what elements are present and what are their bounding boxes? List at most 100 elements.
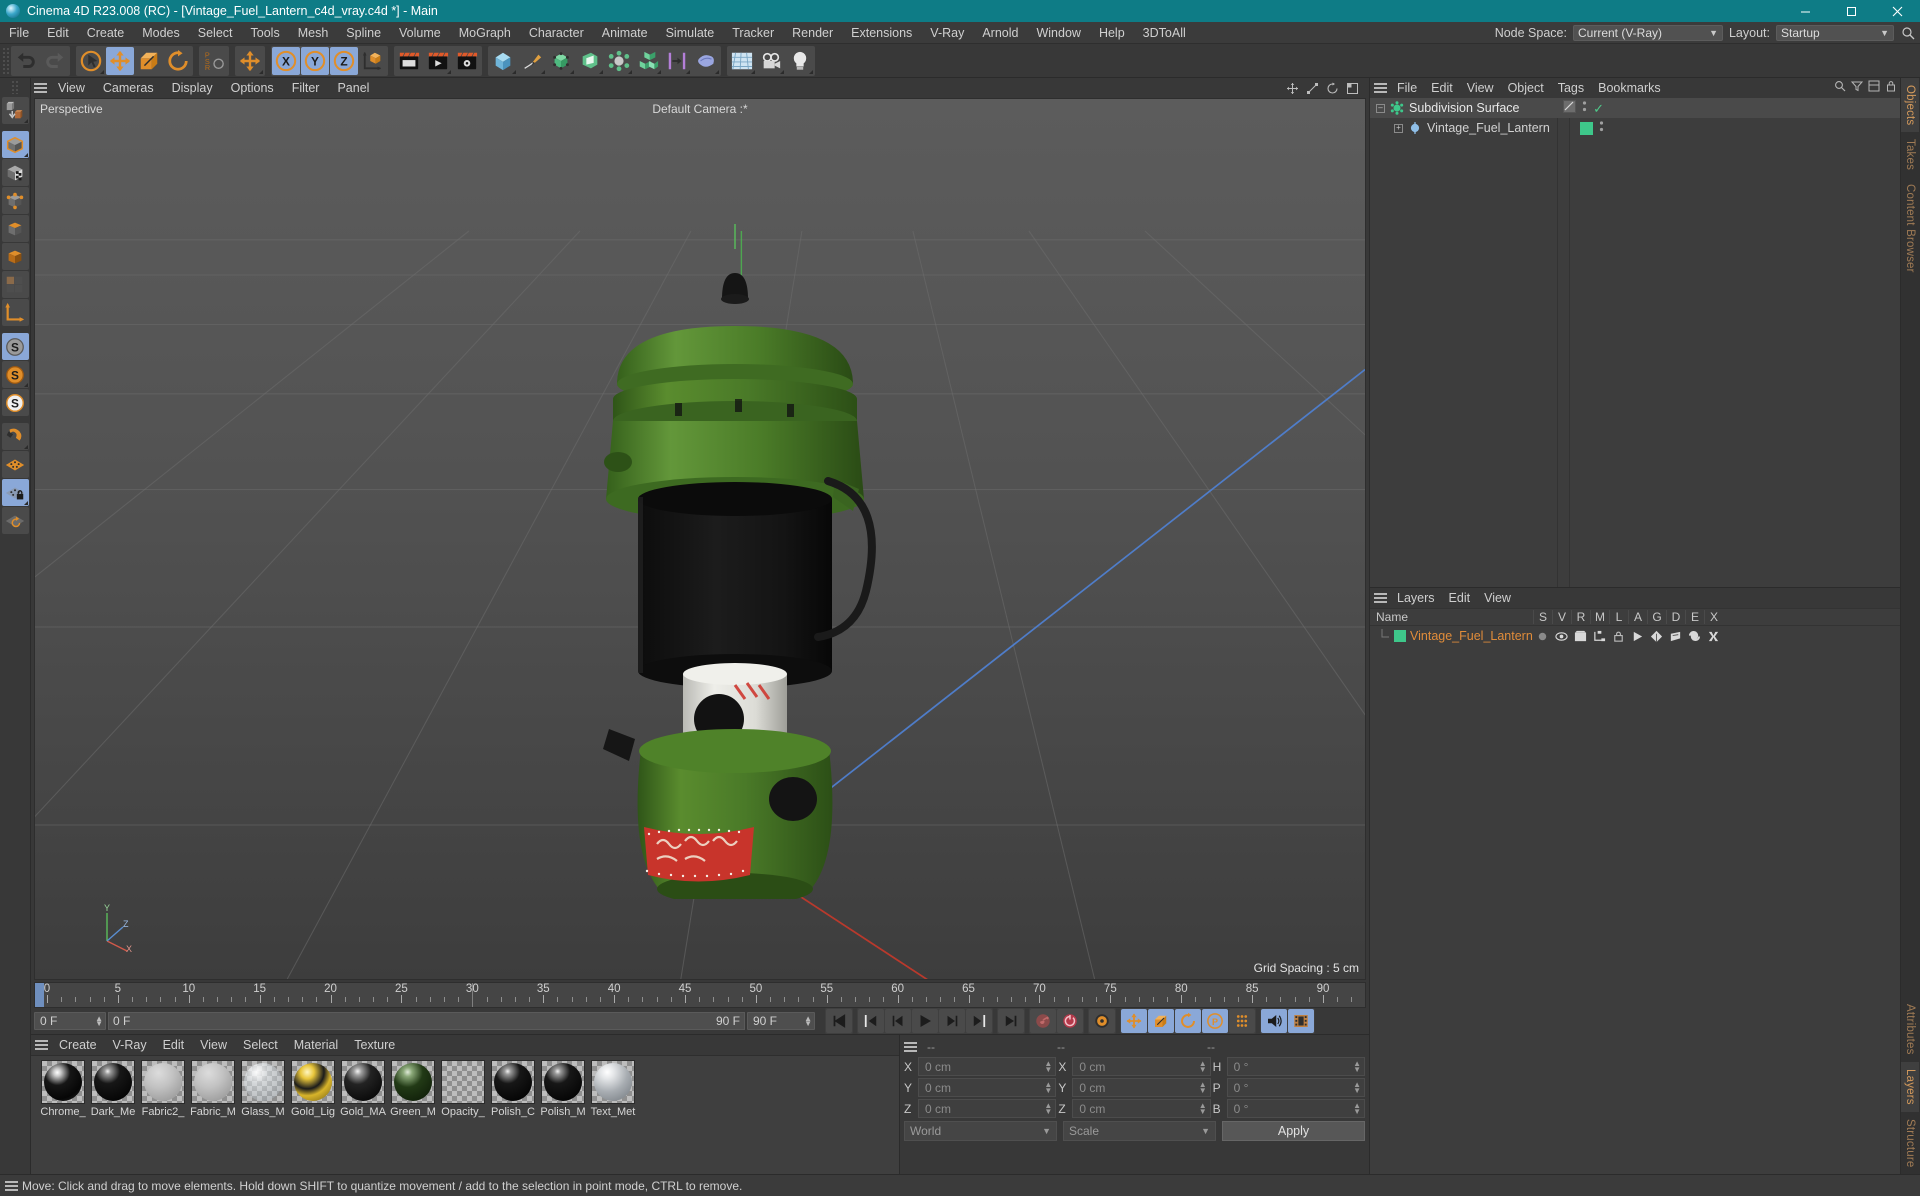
viewport-scale-icon[interactable]	[1306, 82, 1319, 95]
viewport-menu-filter[interactable]: Filter	[283, 78, 329, 98]
autokeying-button[interactable]	[1057, 1009, 1083, 1033]
material-item[interactable]: Gold_MA	[339, 1060, 387, 1118]
maximize-button[interactable]	[1828, 0, 1874, 22]
menu-item-extensions[interactable]: Extensions	[842, 22, 921, 44]
scale-tool[interactable]	[135, 47, 163, 75]
polygon-mode-button[interactable]	[2, 243, 29, 270]
viewport-menu-panel[interactable]: Panel	[328, 78, 378, 98]
menu-item-spline[interactable]: Spline	[337, 22, 390, 44]
go-to-end-button[interactable]	[998, 1009, 1024, 1033]
add-generator-button[interactable]	[547, 47, 575, 75]
menu-item-window[interactable]: Window	[1027, 22, 1089, 44]
snap-magnet-button[interactable]	[2, 423, 29, 450]
material-preview[interactable]	[41, 1060, 85, 1104]
toolbar-grip[interactable]	[2, 47, 9, 75]
point-level-animation-toggle[interactable]	[1229, 1009, 1255, 1033]
material-preview[interactable]	[391, 1060, 435, 1104]
layer-color-swatch[interactable]	[1394, 630, 1406, 642]
point-mode-button[interactable]	[2, 187, 29, 214]
model-mode-button[interactable]	[2, 131, 29, 158]
coord-size-x-field[interactable]: 0 cm▲▼	[1072, 1057, 1210, 1076]
material-preview[interactable]	[441, 1060, 485, 1104]
psr-lock-button[interactable]: PSR	[200, 47, 228, 75]
menu-item-edit[interactable]: Edit	[38, 22, 78, 44]
add-camera-button[interactable]	[757, 47, 785, 75]
viewport-3d[interactable]: Perspective Default Camera :* Grid Spaci…	[34, 98, 1366, 980]
spinner-icon[interactable]: ▲▼	[1353, 1082, 1361, 1094]
material-menu-create[interactable]: Create	[51, 1035, 105, 1055]
material-preview[interactable]	[191, 1060, 235, 1104]
search-icon[interactable]	[1900, 25, 1916, 41]
material-menu-texture[interactable]: Texture	[346, 1035, 403, 1055]
material-item[interactable]: Green_M	[389, 1060, 437, 1118]
display-tag-icon[interactable]	[1563, 100, 1576, 116]
material-preview[interactable]	[291, 1060, 335, 1104]
menu-item-select[interactable]: Select	[189, 22, 242, 44]
menu-item-arnold[interactable]: Arnold	[973, 22, 1027, 44]
material-menu-select[interactable]: Select	[235, 1035, 286, 1055]
undo-button[interactable]	[12, 47, 40, 75]
generator-icon[interactable]	[1647, 630, 1666, 643]
coord-size-z-field[interactable]: 0 cm▲▼	[1072, 1099, 1210, 1118]
coord-rotation-h-field[interactable]: 0 °▲▼	[1227, 1057, 1365, 1076]
layers-column-G[interactable]: G	[1647, 610, 1666, 624]
dock-tab-content-browser[interactable]: Content Browser	[1901, 177, 1919, 280]
object-menu-bookmarks[interactable]: Bookmarks	[1591, 78, 1668, 98]
make-editable-button[interactable]	[2, 97, 29, 124]
workplane-button[interactable]	[2, 451, 29, 478]
menu-item-animate[interactable]: Animate	[593, 22, 657, 44]
layers-column-S[interactable]: S	[1533, 610, 1552, 624]
add-spline-pen-button[interactable]	[518, 47, 546, 75]
material-item[interactable]: Glass_M	[239, 1060, 287, 1118]
coord-rotation-b-field[interactable]: 0 °▲▼	[1227, 1099, 1365, 1118]
menu-item-3dtoall[interactable]: 3DToAll	[1134, 22, 1195, 44]
edge-mode-button[interactable]	[2, 215, 29, 242]
scale-key-toggle[interactable]	[1148, 1009, 1174, 1033]
material-menu-view[interactable]: View	[192, 1035, 235, 1055]
viewport-solo-single-button[interactable]: S	[2, 361, 29, 388]
viewport-menu-view[interactable]: View	[49, 78, 94, 98]
render-icon[interactable]	[1571, 630, 1590, 643]
material-item[interactable]: Dark_Me	[89, 1060, 137, 1118]
spinner-icon[interactable]: ▲▼	[1199, 1103, 1207, 1115]
go-to-next-key-button[interactable]	[966, 1009, 992, 1033]
spinner-icon[interactable]: ▲▼	[1199, 1061, 1207, 1073]
spinner-icon[interactable]: ▲▼	[95, 1016, 103, 1026]
menu-item-tools[interactable]: Tools	[242, 22, 289, 44]
material-preview[interactable]	[241, 1060, 285, 1104]
layout-select[interactable]: Startup ▼	[1776, 25, 1894, 41]
collapse-toggle[interactable]: –	[1376, 104, 1385, 113]
object-tree[interactable]: –Subdivision Surface✓+Vintage_Fuel_Lante…	[1370, 98, 1900, 587]
timeline-ruler[interactable]: 051015202530354045505560657075808590	[34, 982, 1366, 1008]
object-visibility-dots[interactable]	[1582, 100, 1587, 116]
viewport-maximize-icon[interactable]	[1346, 82, 1359, 95]
go-to-previous-frame-button[interactable]	[885, 1009, 911, 1033]
world-object-coordinates[interactable]	[359, 47, 387, 75]
add-primitive-cube-button[interactable]	[489, 47, 517, 75]
hamburger-icon[interactable]	[31, 78, 49, 98]
film-strip-button[interactable]	[1288, 1009, 1314, 1033]
material-item[interactable]: Polish_C	[489, 1060, 537, 1118]
position-key-toggle[interactable]	[1121, 1009, 1147, 1033]
menu-item-help[interactable]: Help	[1090, 22, 1134, 44]
current-frame-field[interactable]: 0 F ▲▼	[34, 1012, 106, 1030]
object-row[interactable]: –Subdivision Surface✓	[1370, 98, 1900, 118]
viewport-menu-options[interactable]: Options	[222, 78, 283, 98]
dock-tab-objects[interactable]: Objects	[1901, 78, 1919, 132]
hamburger-icon[interactable]	[1370, 591, 1390, 605]
material-item[interactable]: Opacity_	[439, 1060, 487, 1118]
viewport-solo-off-button[interactable]: S	[2, 333, 29, 360]
deformer-icon[interactable]	[1666, 630, 1685, 643]
add-light-button[interactable]	[786, 47, 814, 75]
transform-mode-select[interactable]: Scale ▼	[1063, 1121, 1216, 1141]
play-button[interactable]	[912, 1009, 938, 1033]
lantern-3d-model[interactable]	[35, 99, 1353, 899]
coordinate-system-select[interactable]: World ▼	[904, 1121, 1057, 1141]
layer-color-swatch[interactable]	[1580, 122, 1593, 135]
hamburger-icon[interactable]	[0, 1179, 22, 1193]
material-preview[interactable]	[141, 1060, 185, 1104]
minimize-button[interactable]	[1782, 0, 1828, 22]
material-item[interactable]: Gold_Lig	[289, 1060, 337, 1118]
material-preview[interactable]	[91, 1060, 135, 1104]
lock-icon[interactable]	[1885, 80, 1897, 92]
